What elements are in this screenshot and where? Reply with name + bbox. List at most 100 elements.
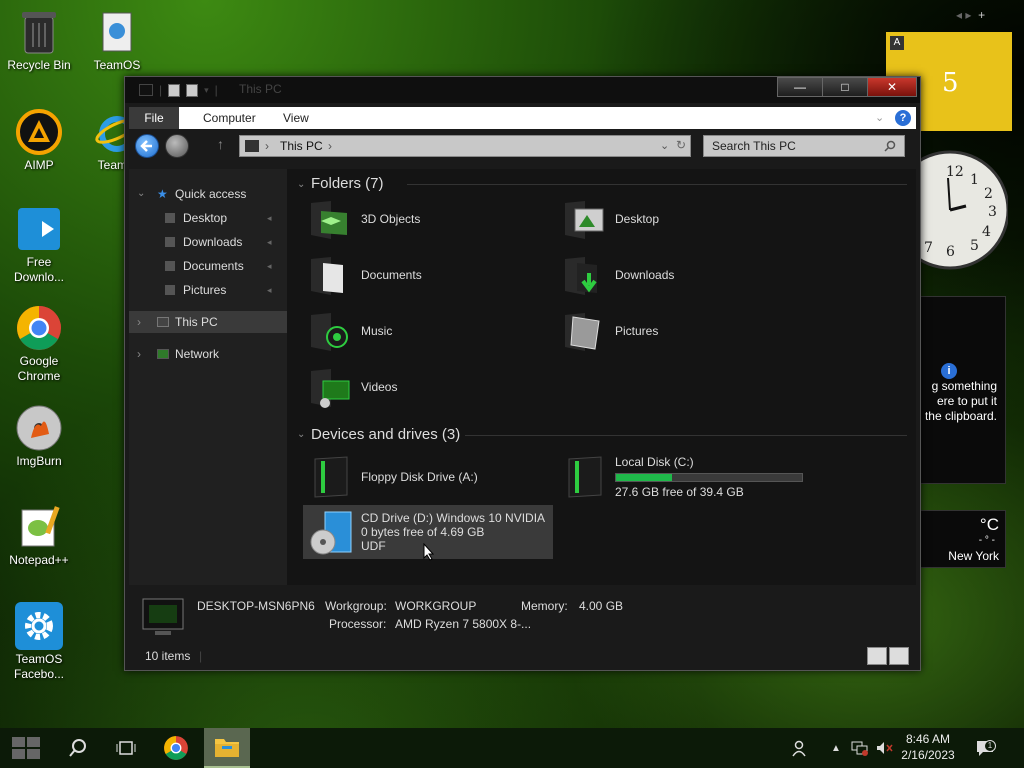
taskbar: ▲ 8:46 AM 2/16/2023 1	[0, 728, 1024, 768]
status-bar: 10 items |	[129, 645, 916, 667]
back-arrow-icon	[140, 140, 152, 152]
tab-view[interactable]: View	[271, 107, 321, 129]
pin-icon: ◂	[267, 237, 272, 247]
widget-nav-arrows[interactable]: ◂ ▸ +	[956, 8, 985, 22]
new-folder-icon[interactable]	[186, 83, 199, 97]
navigation-pane: ⌄ ★ Quick access Desktop ◂ Downloads ◂ D…	[129, 169, 287, 585]
search-box[interactable]: Search This PC	[703, 135, 905, 157]
task-view-button[interactable]	[106, 728, 146, 768]
navigation-bar: ↑ › This PC › ⌄ ↻ Search This PC	[129, 131, 916, 161]
people-button[interactable]	[788, 728, 814, 768]
details-view-button[interactable]	[867, 647, 887, 665]
address-bar[interactable]: › This PC › ⌄ ↻	[239, 135, 691, 157]
sidebar-item-quick-access[interactable]: ⌄ ★ Quick access	[129, 183, 287, 205]
svg-text:2: 2	[984, 186, 993, 202]
search-button[interactable]	[58, 728, 98, 768]
taskbar-file-explorer-button[interactable]	[204, 728, 250, 768]
properties-icon[interactable]	[168, 83, 181, 97]
large-icons-view-button[interactable]	[889, 647, 909, 665]
gear-icon	[15, 602, 63, 650]
clipboard-widget[interactable]: i g something ere to put it the clipboar…	[918, 296, 1006, 484]
chevron-down-icon[interactable]: ⌄	[297, 179, 305, 190]
disk-usage-bar	[615, 473, 803, 482]
document-icon	[93, 8, 141, 56]
chevron-down-icon[interactable]: ⌄	[297, 429, 305, 440]
close-button[interactable]: ✕	[867, 77, 917, 97]
clock-face-icon: 12 1 2 3 4 5 6 7	[890, 150, 1010, 270]
documents-folder-icon	[165, 261, 175, 271]
refresh-icon[interactable]: ↻	[676, 138, 686, 152]
group-heading-devices[interactable]: Devices and drives (3)	[311, 426, 460, 443]
group-divider	[407, 184, 907, 185]
chevron-right-icon[interactable]: ›	[137, 343, 141, 365]
chrome-icon	[164, 736, 188, 760]
content-pane: ⌄ Folders (7) 3D Objects Desktop Documen…	[287, 169, 916, 585]
folder-3d-objects[interactable]: 3D Objects	[307, 193, 547, 245]
desktop-icon-aimp[interactable]: AIMP	[0, 108, 78, 173]
sidebar-item-network[interactable]: › Network	[129, 343, 287, 365]
folder-pictures[interactable]: Pictures	[561, 305, 801, 357]
breadcrumb-chevron-icon[interactable]: ›	[328, 139, 332, 153]
show-hidden-icons-button[interactable]: ▲	[828, 728, 844, 768]
group-divider	[465, 435, 907, 436]
help-icon[interactable]: ?	[895, 110, 911, 126]
back-button[interactable]	[135, 134, 159, 158]
minimize-button[interactable]: —	[777, 77, 823, 97]
clock-widget[interactable]: 12 1 2 3 4 5 6 7	[890, 148, 1010, 272]
folder-music[interactable]: Music	[307, 305, 547, 357]
sidebar-item-downloads[interactable]: Downloads ◂	[129, 231, 287, 253]
details-pane: DESKTOP-MSN6PN6 Workgroup: WORKGROUP Mem…	[129, 587, 916, 653]
sidebar-item-documents[interactable]: Documents ◂	[129, 255, 287, 277]
desktop-folder-icon	[165, 213, 175, 223]
volume-muted-icon[interactable]	[874, 728, 894, 768]
file-explorer-window[interactable]: | ▾ | This PC — □ ✕ File Computer View ⌄…	[124, 76, 921, 671]
svg-text:3: 3	[988, 204, 997, 220]
taskbar-chrome-button[interactable]	[156, 728, 196, 768]
sidebar-item-pictures[interactable]: Pictures ◂	[129, 279, 287, 301]
breadcrumb-this-pc[interactable]: This PC	[280, 139, 323, 153]
sidebar-item-this-pc[interactable]: › This PC	[129, 311, 287, 333]
search-icon	[69, 739, 86, 757]
action-center-button[interactable]: 1	[970, 728, 1000, 768]
start-button[interactable]	[6, 728, 46, 768]
folder-documents[interactable]: Documents	[307, 249, 547, 301]
info-icon: i	[941, 363, 957, 379]
desktop-icon-notepad-plus[interactable]: Notepad++	[0, 503, 78, 568]
floppy-drive-icon	[314, 456, 348, 498]
folder-desktop[interactable]: Desktop	[561, 193, 801, 245]
maximize-button[interactable]: □	[822, 77, 868, 97]
folder-icon	[215, 739, 239, 757]
desktop-icon-google-chrome[interactable]: Google Chrome	[0, 304, 78, 384]
desktop-icon-recycle-bin[interactable]: Recycle Bin	[0, 8, 78, 73]
downloads-folder-icon	[565, 257, 597, 295]
tab-computer[interactable]: Computer	[191, 107, 268, 129]
chevron-down-icon[interactable]: ⌄	[137, 183, 145, 205]
address-dropdown-icon[interactable]: ⌄	[660, 139, 669, 152]
title-bar[interactable]: | ▾ | This PC — □ ✕	[125, 77, 920, 103]
desktop-icon-free-download-manager[interactable]: Free Downlo...	[0, 205, 78, 285]
svg-text:12: 12	[946, 164, 964, 180]
up-arrow-icon[interactable]: ↑	[217, 136, 224, 152]
drive-floppy[interactable]: Floppy Disk Drive (A:)	[307, 451, 547, 503]
tab-file[interactable]: File	[129, 107, 179, 129]
ribbon-expand-icon[interactable]: ⌄	[875, 111, 884, 124]
forward-button[interactable]	[165, 134, 189, 158]
people-icon	[792, 740, 806, 757]
drive-local-disk-c[interactable]: Local Disk (C:) 27.6 GB free of 39.4 GB	[561, 451, 811, 503]
network-status-icon[interactable]	[850, 728, 870, 768]
desktop-icon-imgburn[interactable]: ImgBurn	[0, 404, 78, 469]
weather-widget[interactable]: °C - ° - New York	[918, 510, 1006, 568]
desktop-icon-teamos-facebook[interactable]: TeamOS Facebo...	[0, 602, 78, 682]
taskbar-clock[interactable]: 8:46 AM 2/16/2023	[900, 731, 956, 763]
folder-downloads[interactable]: Downloads	[561, 249, 801, 301]
pin-icon: ◂	[267, 213, 272, 223]
sidebar-item-desktop[interactable]: Desktop ◂	[129, 207, 287, 229]
qat-dropdown-icon[interactable]: ▾	[204, 85, 209, 96]
3d-objects-folder-icon	[311, 201, 347, 239]
pictures-folder-icon	[565, 313, 600, 351]
breadcrumb-chevron-icon[interactable]: ›	[265, 139, 269, 153]
chevron-right-icon[interactable]: ›	[137, 311, 141, 333]
desktop-icon-teamos[interactable]: TeamOS	[78, 8, 156, 73]
folder-videos[interactable]: Videos	[307, 361, 547, 413]
group-heading-folders[interactable]: Folders (7)	[311, 175, 384, 192]
